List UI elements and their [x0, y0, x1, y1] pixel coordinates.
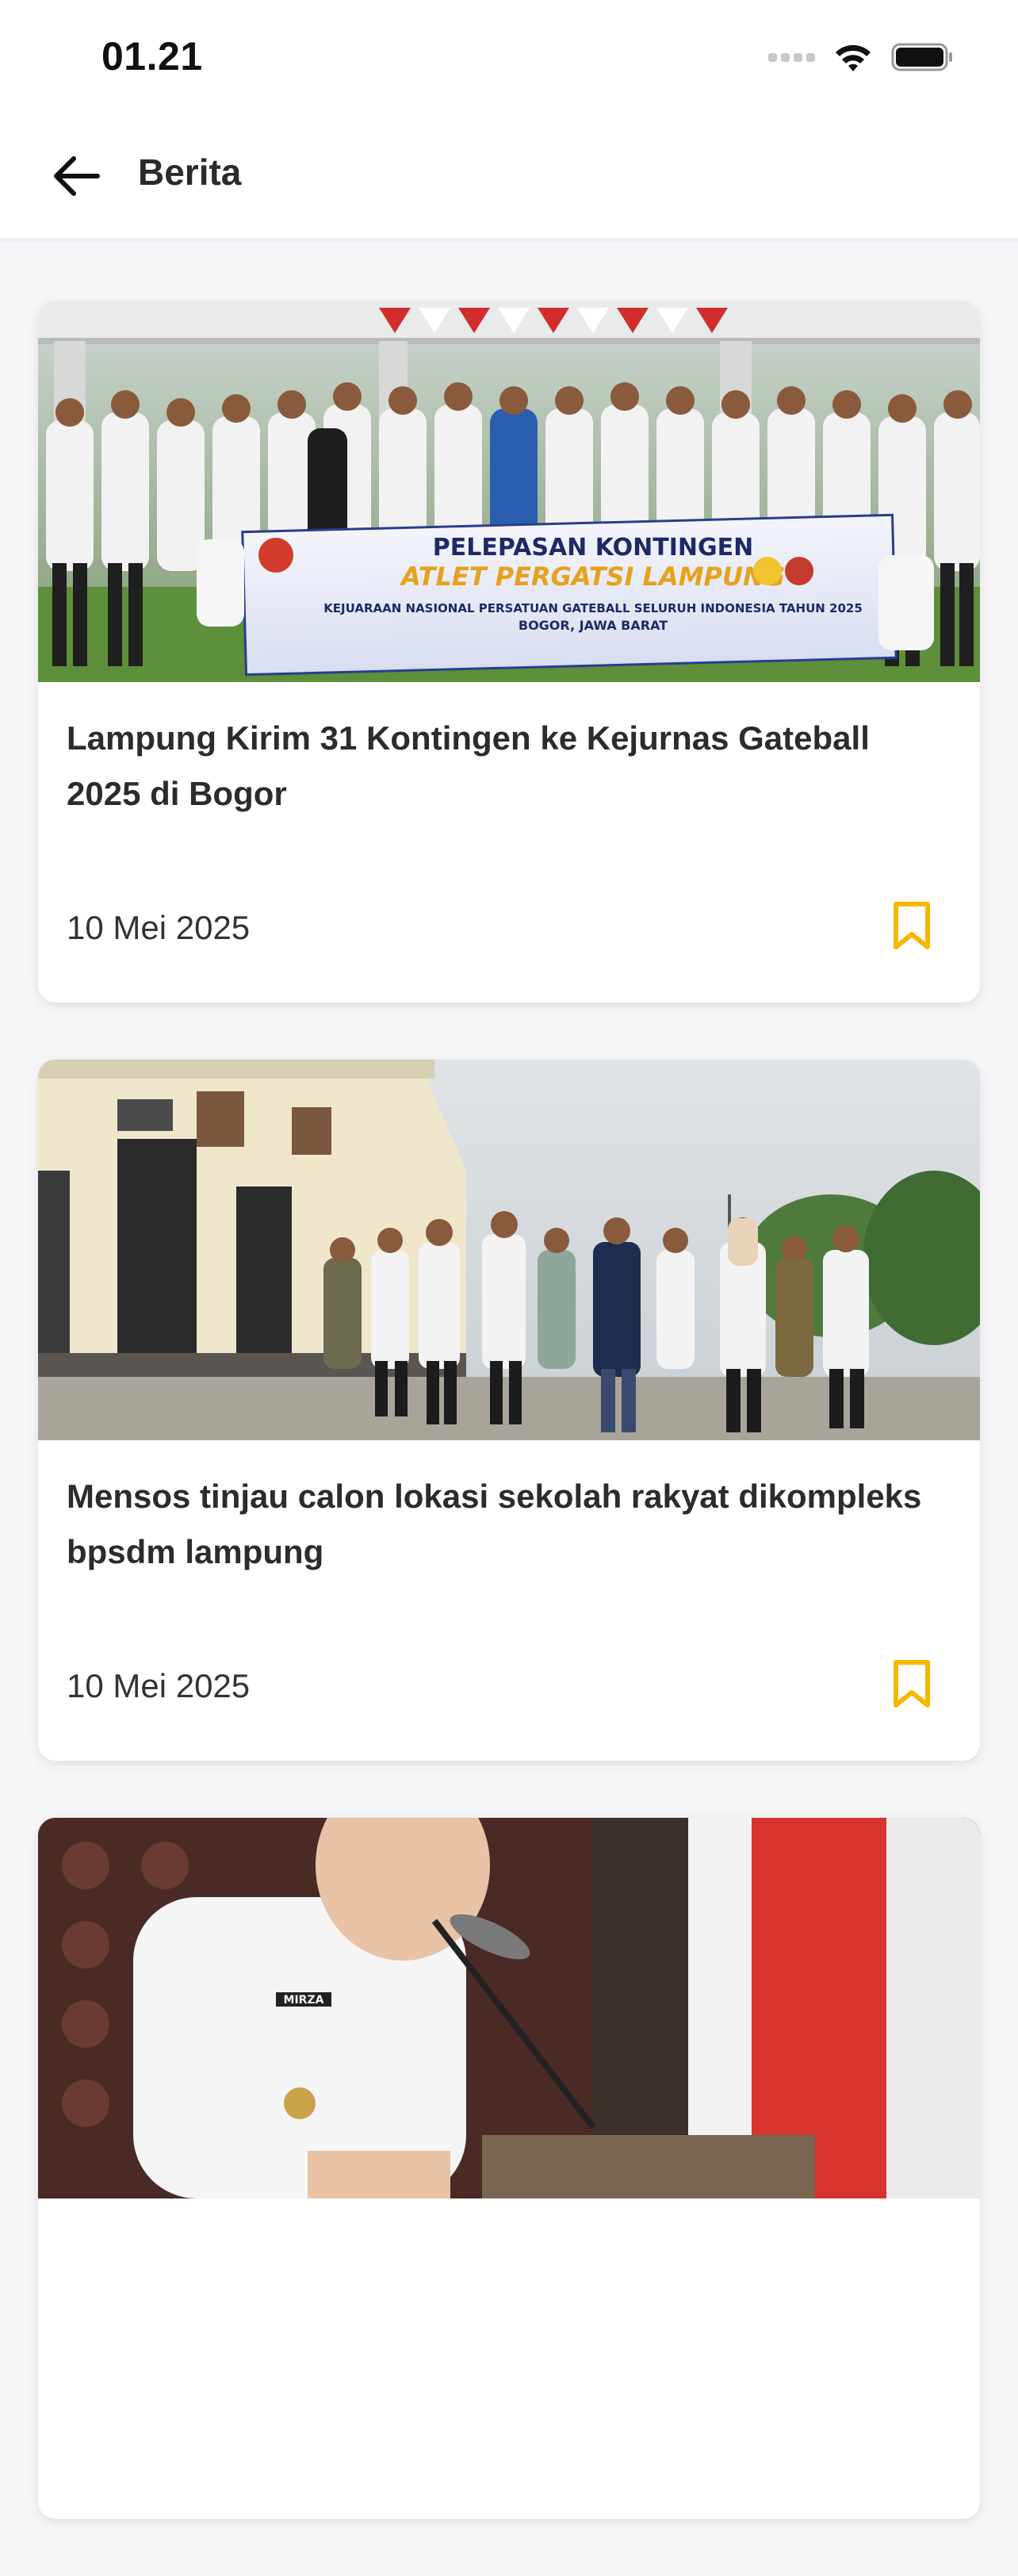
bookmark-icon: [894, 1660, 930, 1708]
arrow-left-icon: [54, 156, 100, 196]
news-card[interactable]: MIRZA: [38, 1818, 980, 2519]
bookmark-button[interactable]: [888, 1656, 936, 1712]
news-date: 10 Mei 2025: [67, 1667, 251, 1704]
svg-text:MIRZA: MIRZA: [284, 1994, 324, 2007]
cellular-signal-icon: [768, 52, 815, 62]
svg-text:BOGOR, JAWA BARAT: BOGOR, JAWA BARAT: [519, 618, 668, 633]
page-title: Berita: [138, 151, 242, 193]
news-date: 10 Mei 2025: [67, 909, 251, 946]
svg-text:KEJUARAAN NASIONAL PERSATUAN G: KEJUARAAN NASIONAL PERSATUAN GATEBALL SE…: [323, 601, 863, 615]
battery-icon: [891, 43, 952, 71]
bookmark-icon: [894, 902, 930, 949]
status-bar: 01.21: [0, 0, 1018, 111]
status-icons: [768, 41, 955, 73]
news-card[interactable]: Mensos tinjau calon lokasi sekolah rakya…: [38, 1060, 980, 1761]
wifi-icon: [836, 44, 871, 71]
photo-banner: PELEPASAN KONTINGEN ATLET PERGATSI LAMPU…: [241, 513, 897, 677]
svg-text:ATLET PERGATSI LAMPUNG: ATLET PERGATSI LAMPUNG: [399, 562, 785, 592]
bookmark-button[interactable]: [888, 898, 936, 953]
svg-text:PELEPASAN KONTINGEN: PELEPASAN KONTINGEN: [433, 534, 753, 562]
back-button[interactable]: [44, 144, 107, 208]
news-feed[interactable]: PELEPASAN KONTINGEN ATLET PERGATSI LAMPU…: [38, 301, 980, 2576]
news-title[interactable]: Mensos tinjau calon lokasi sekolah rakya…: [67, 1469, 939, 1580]
news-photo: [38, 1060, 980, 1440]
news-card[interactable]: PELEPASAN KONTINGEN ATLET PERGATSI LAMPU…: [38, 301, 980, 1002]
news-title[interactable]: Lampung Kirim 31 Kontingen ke Kejurnas G…: [67, 711, 939, 822]
news-photo: MIRZA: [38, 1818, 980, 2198]
app-header: Berita: [0, 111, 1018, 242]
status-time: 01.21: [101, 34, 203, 79]
news-photo: PELEPASAN KONTINGEN ATLET PERGATSI LAMPU…: [38, 301, 980, 682]
